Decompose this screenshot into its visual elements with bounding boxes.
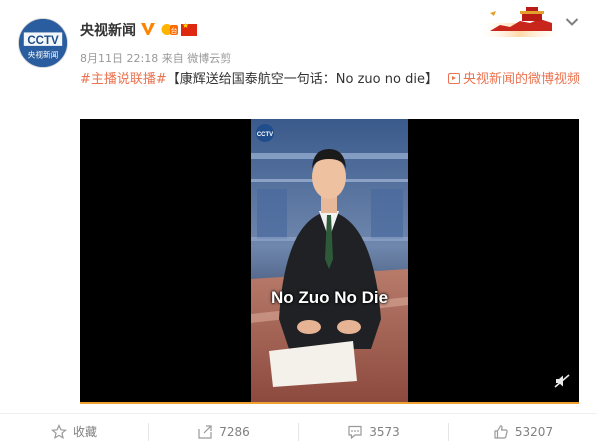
source-prefix: 来自: [161, 52, 184, 65]
favorite-button[interactable]: 收藏: [0, 414, 148, 448]
avatar-logo-text: CCTV: [27, 35, 59, 47]
great-wall-decoration-icon: [482, 7, 558, 37]
video-frame[interactable]: CCTV: [251, 119, 408, 402]
hashtag-link[interactable]: #主播说联播#: [80, 72, 167, 87]
timestamp[interactable]: 8月11日 22:18: [80, 52, 158, 65]
thumbs-up-icon: [494, 424, 508, 439]
post-meta: 8月11日 22:18 来自 微博云剪: [80, 50, 231, 66]
video-player[interactable]: CCTV No Zuo No Die: [80, 119, 579, 402]
repost-count: 7286: [219, 424, 250, 439]
china-flag-icon: [181, 21, 197, 36]
video-link[interactable]: 央视新闻的微博视频: [447, 72, 580, 87]
favorite-label: 收藏: [72, 425, 97, 439]
comment-button[interactable]: 3573: [299, 414, 448, 448]
video-subtitle: No Zuo No Die: [270, 288, 389, 307]
source-app[interactable]: 微博云剪: [187, 52, 231, 65]
action-bar: 收藏 7286 3573 53207: [0, 413, 597, 448]
video-link-label[interactable]: 央视新闻的微博视频: [463, 72, 580, 87]
comment-icon: [348, 425, 362, 439]
chevron-down-icon[interactable]: [565, 17, 579, 27]
verified-icon: [141, 23, 155, 35]
comment-count: 3573: [369, 424, 400, 439]
repost-icon: [198, 424, 212, 439]
video-icon: [447, 73, 460, 84]
like-button[interactable]: 53207: [449, 414, 597, 448]
avatar[interactable]: CCTV 央视新闻: [18, 18, 68, 68]
star-icon: [51, 423, 67, 439]
post-text: #主播说联播#【康辉送给国泰航空一句话：No zuo no die】 央视新闻的微…: [80, 69, 580, 91]
svg-text:台: 台: [171, 26, 178, 35]
video-progress-bar[interactable]: [80, 402, 579, 404]
avatar-caption: 央视新闻: [28, 49, 59, 59]
like-count: 53207: [514, 424, 554, 439]
username[interactable]: 央视新闻: [80, 20, 136, 40]
repost-button[interactable]: 7286: [149, 414, 298, 448]
gold-badge-icon: 台: [161, 24, 178, 35]
post-body: 【康辉送给国泰航空一句话：No zuo no die】: [166, 72, 438, 87]
mute-icon[interactable]: [554, 374, 570, 388]
svg-text:CCTV: CCTV: [257, 132, 273, 138]
